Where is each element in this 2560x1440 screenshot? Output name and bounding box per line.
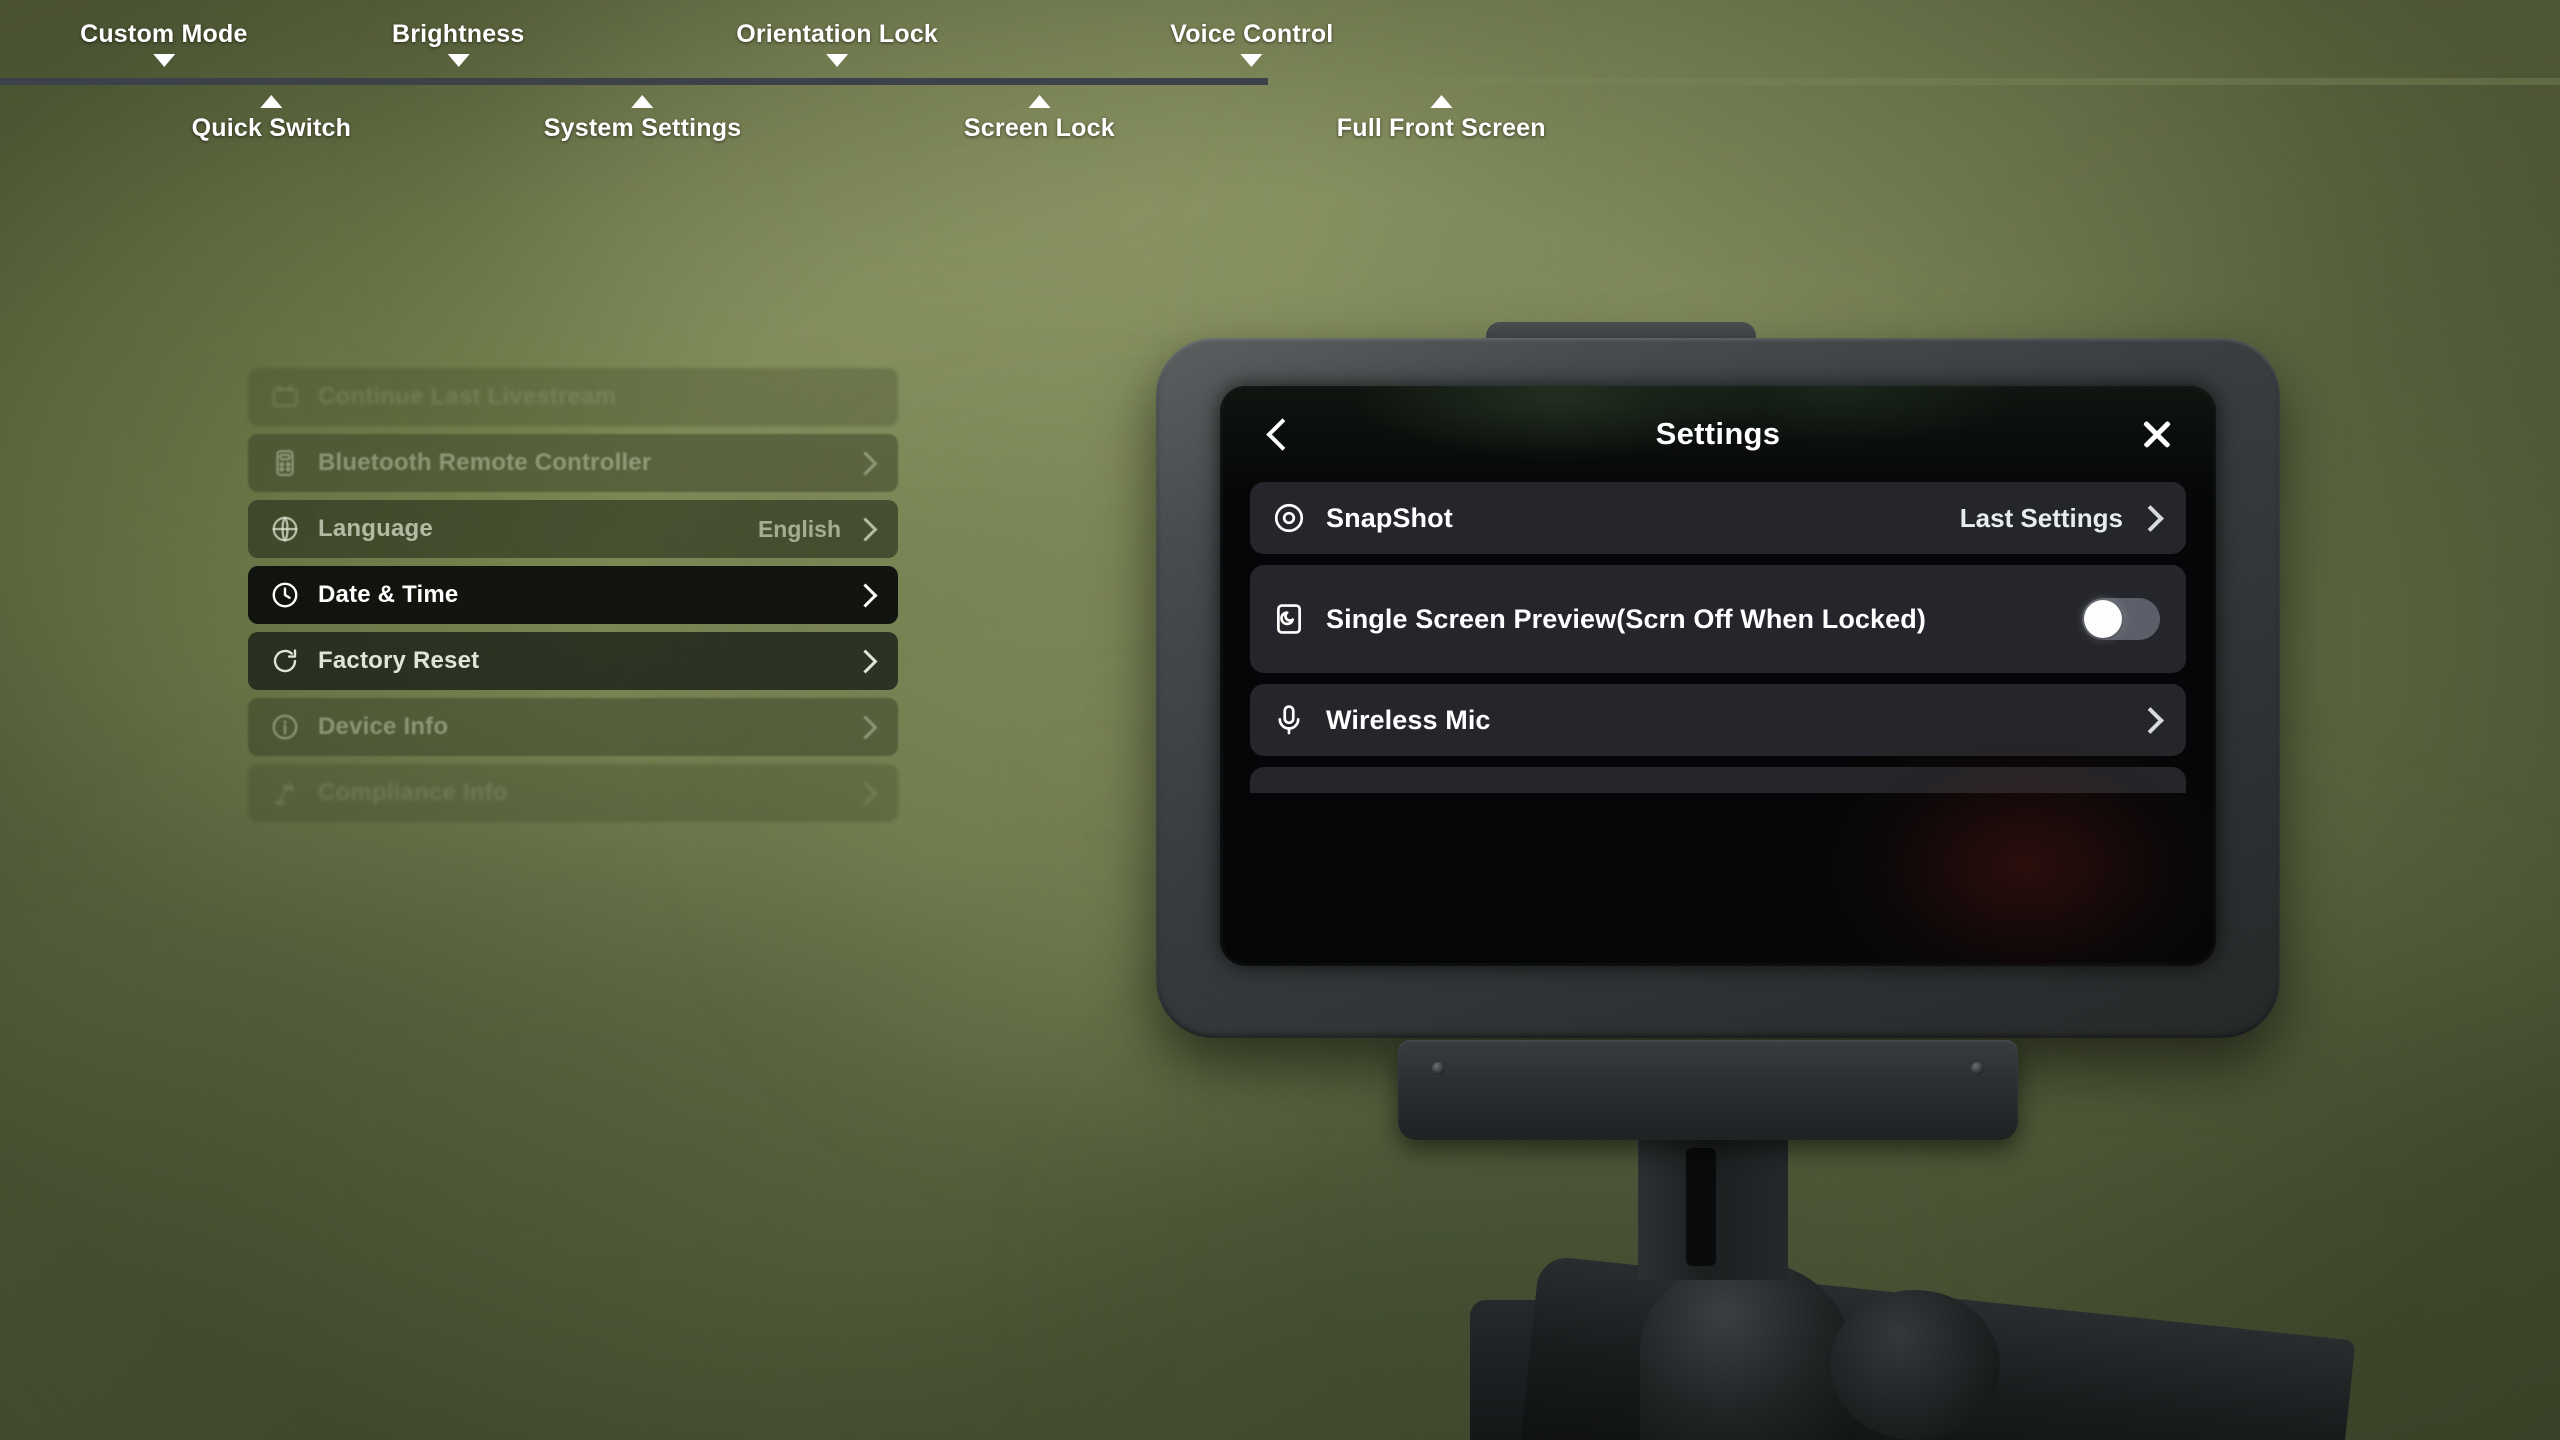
settings-list-item[interactable]: Bluetooth Remote Controller [248, 434, 898, 492]
livestream-icon [272, 384, 298, 407]
screenshot-root: Custom Mode Brightness Orientation Lock Voi… [0, 0, 2560, 1440]
globe-icon [270, 514, 300, 544]
settings-item-label: Bluetooth Remote Controller [318, 449, 652, 476]
settings-header: Settings [1220, 386, 2216, 482]
camera-setting-row[interactable]: Wireless Mic [1250, 684, 2186, 756]
back-button[interactable] [1254, 409, 1304, 459]
annotation-label: Orientation Lock [736, 20, 939, 48]
settings-item-label: Continue Last Livestream [318, 383, 617, 410]
chevron-right-icon [853, 450, 878, 476]
system-settings-list[interactable]: Continue Last Livestream Bluetooth Remote… [248, 368, 898, 830]
remote-controller-icon [270, 448, 300, 478]
chevron-right-icon [853, 648, 878, 674]
settings-item-label: Date & Time [318, 581, 459, 608]
camera-setting-row[interactable]: Single Screen Preview(Scrn Off When Lock… [1250, 565, 2186, 673]
reset-icon [273, 649, 297, 673]
back-chevron-icon [1265, 417, 1299, 451]
reset-icon [270, 646, 300, 676]
tripod-joint [1830, 1290, 2000, 1440]
annotation-label: Custom Mode [80, 20, 248, 48]
annotation-callout: Brightness [392, 20, 525, 67]
triangle-down-icon [447, 54, 470, 67]
camera-mount-plate [1398, 1040, 2018, 1140]
annotation-callout: Orientation Lock [736, 20, 938, 67]
globe-icon [272, 516, 298, 542]
settings-list-item[interactable]: Factory Reset [248, 632, 898, 690]
annotation-label: Quick Switch [191, 114, 352, 142]
camera-setting-row-partial[interactable] [1250, 767, 2186, 793]
action-camera-device: Settings SnapShot Last Settings Single Scr… [1156, 322, 2280, 1038]
annotation-callout: Full Front Screen [1337, 95, 1546, 143]
chevron-right-icon [853, 714, 878, 740]
microphone-icon [1272, 703, 1306, 737]
annotation-callout: Voice Control [1170, 20, 1333, 67]
triangle-up-icon [1028, 95, 1051, 108]
settings-rows[interactable]: SnapShot Last Settings Single Screen Previ… [1220, 482, 2216, 793]
annotation-callout: Screen Lock [964, 95, 1115, 143]
screen-moon-icon [1272, 602, 1306, 636]
page-title: Settings [1655, 416, 1781, 451]
annotation-label: Voice Control [1170, 20, 1334, 48]
annotation-label: Screen Lock [963, 114, 1115, 142]
screen-moon-icon [1277, 604, 1301, 634]
microphone-icon [1278, 705, 1300, 735]
triangle-down-icon [1240, 54, 1263, 67]
remote-controller-icon [276, 449, 294, 477]
settings-list-item[interactable]: Device Info [248, 698, 898, 756]
clock-icon [270, 580, 300, 610]
triangle-up-icon [631, 95, 654, 108]
info-icon [270, 712, 300, 742]
settings-item-label: Compliance Info [318, 779, 508, 806]
triangle-down-icon [152, 54, 175, 67]
settings-item-value: English [757, 515, 841, 542]
camera-setting-value: Last Settings [1959, 502, 2123, 533]
annotation-label: System Settings [543, 114, 742, 142]
camera-setting-label: SnapShot [1326, 502, 1453, 533]
annotation-band: Custom Mode Brightness Orientation Lock Voi… [0, 0, 2560, 170]
chevron-right-icon [853, 516, 878, 542]
annotation-bar-fill [0, 78, 1268, 85]
settings-item-label: Language [318, 515, 433, 542]
camera-setting-label: Wireless Mic [1326, 704, 1491, 735]
record-dot-icon [1272, 501, 1306, 535]
single-screen-preview-toggle[interactable] [2082, 598, 2160, 640]
mount-slot [1686, 1148, 1716, 1266]
settings-list-item[interactable]: Language English [248, 500, 898, 558]
close-button[interactable] [2132, 409, 2182, 459]
clock-icon [272, 582, 298, 608]
annotation-callout: Custom Mode [80, 20, 247, 67]
chevron-right-icon [853, 780, 878, 806]
compliance-icon [273, 782, 294, 805]
annotation-label: Full Front Screen [1336, 114, 1546, 142]
camera-setting-row[interactable]: SnapShot Last Settings [1250, 482, 2186, 554]
camera-touchscreen[interactable]: Settings SnapShot Last Settings Single Scr… [1220, 386, 2216, 966]
close-icon [2140, 417, 2174, 451]
compliance-icon [270, 778, 300, 808]
chevron-right-icon [853, 582, 878, 608]
annotation-callout: System Settings [544, 95, 742, 143]
annotation-callout: Quick Switch [192, 95, 351, 143]
chevron-right-icon [2137, 706, 2164, 734]
settings-item-label: Factory Reset [318, 647, 480, 674]
triangle-up-icon [1430, 95, 1453, 108]
record-dot-icon [1274, 503, 1304, 533]
annotation-label: Brightness [391, 20, 525, 48]
toggle-knob [2084, 600, 2122, 638]
livestream-icon [270, 382, 300, 412]
chevron-right-icon [2137, 504, 2164, 532]
info-icon [272, 714, 298, 740]
tripod-joint [1640, 1260, 1850, 1440]
settings-item-label: Device Info [318, 713, 449, 740]
triangle-up-icon [260, 95, 283, 108]
camera-setting-label: Single Screen Preview(Scrn Off When Lock… [1326, 603, 1926, 634]
settings-list-item[interactable]: Compliance Info [248, 764, 898, 822]
settings-list-item[interactable]: Date & Time [248, 566, 898, 624]
settings-list-item[interactable]: Continue Last Livestream [248, 368, 898, 426]
triangle-down-icon [826, 54, 849, 67]
